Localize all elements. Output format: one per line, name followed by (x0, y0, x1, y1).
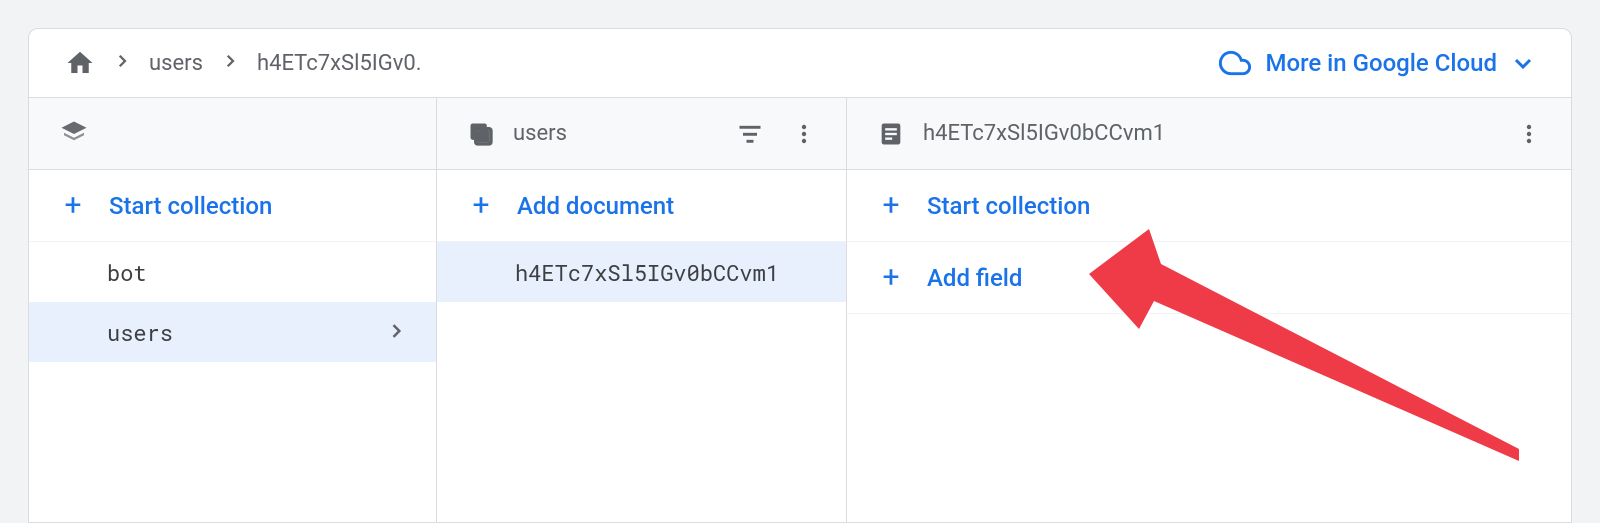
collection-column: users + Add document h4ETc7xSl5IGv0bCCvm… (437, 98, 847, 522)
chevron-right-icon (113, 51, 131, 76)
document-column: h4ETc7xSl5IGv0bCCvm1 + Start collection … (847, 98, 1571, 522)
chevron-right-icon (386, 318, 406, 347)
breadcrumb: users h4ETc7xSl5IGv0. (65, 48, 422, 78)
collection-item-bot[interactable]: bot (29, 242, 436, 302)
collection-item-users[interactable]: users (29, 302, 436, 362)
start-subcollection-label: Start collection (927, 192, 1090, 220)
add-field-label: Add field (927, 264, 1022, 292)
more-in-google-cloud-label: More in Google Cloud (1265, 49, 1497, 77)
plus-icon: + (467, 191, 495, 221)
add-document-label: Add document (517, 192, 674, 220)
breadcrumb-item-users[interactable]: users (149, 51, 203, 76)
more-in-google-cloud-button[interactable]: More in Google Cloud (1219, 47, 1535, 79)
add-document-button[interactable]: + Add document (437, 170, 846, 242)
document-icon (877, 120, 905, 148)
root-icon[interactable] (59, 119, 89, 149)
collection-item-label: users (107, 318, 173, 347)
columns: + Start collection bot users (29, 98, 1571, 522)
collection-header-label: users (513, 121, 567, 146)
root-column: + Start collection bot users (29, 98, 437, 522)
add-field-button[interactable]: + Add field (847, 242, 1571, 314)
more-vert-icon[interactable] (792, 122, 816, 146)
chevron-right-icon (221, 51, 239, 76)
start-subcollection-button[interactable]: + Start collection (847, 170, 1571, 242)
filter-icon[interactable] (736, 120, 764, 148)
document-item[interactable]: h4ETc7xSl5IGv0bCCvm1 (437, 242, 846, 302)
root-column-header (29, 98, 436, 170)
start-collection-label: Start collection (109, 192, 272, 220)
start-collection-button[interactable]: + Start collection (29, 170, 436, 242)
plus-icon: + (59, 191, 87, 221)
document-item-label: h4ETc7xSl5IGv0bCCvm1 (515, 258, 779, 287)
plus-icon: + (877, 263, 905, 293)
topbar: users h4ETc7xSl5IGv0. More in Google Clo… (29, 29, 1571, 98)
home-icon[interactable] (65, 48, 95, 78)
collection-column-header: users (437, 98, 846, 170)
document-header-label: h4ETc7xSl5IGv0bCCvm1 (923, 121, 1165, 146)
collection-item-label: bot (107, 258, 147, 287)
collection-icon (467, 120, 495, 148)
more-vert-icon[interactable] (1517, 122, 1541, 146)
plus-icon: + (877, 191, 905, 221)
document-column-header: h4ETc7xSl5IGv0bCCvm1 (847, 98, 1571, 170)
breadcrumb-item-doc[interactable]: h4ETc7xSl5IGv0. (257, 51, 422, 76)
